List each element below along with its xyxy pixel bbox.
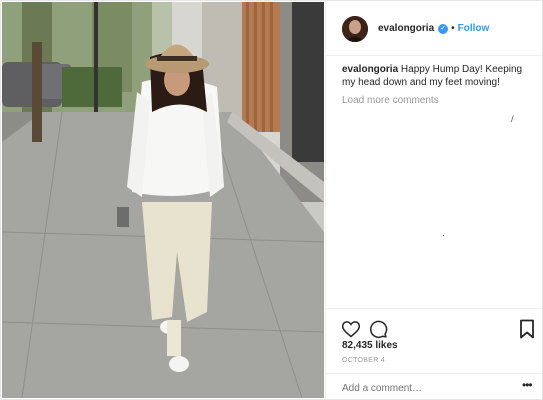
- avatar[interactable]: [342, 15, 368, 42]
- caption-username[interactable]: evalongoria: [342, 64, 398, 75]
- stray-mark: ·: [442, 230, 445, 240]
- post-caption: evalongoria Happy Hump Day! Keeping my h…: [342, 63, 532, 89]
- post-date: OCTOBER 4: [342, 357, 386, 364]
- more-options-button[interactable]: •••: [522, 378, 533, 392]
- post-header: evalongoria ✓ • Follow: [326, 2, 542, 56]
- post-side-panel: evalongoria ✓ • Follow evalongoria Happy…: [325, 2, 542, 398]
- follow-button[interactable]: Follow: [458, 23, 490, 34]
- header-username[interactable]: evalongoria: [378, 23, 434, 34]
- add-comment-bar: •••: [326, 373, 542, 398]
- stray-mark: /: [511, 114, 514, 124]
- load-more-comments-link[interactable]: Load more comments: [342, 95, 439, 106]
- post-photo[interactable]: [2, 2, 324, 398]
- add-comment-input[interactable]: [342, 381, 502, 395]
- heart-icon[interactable]: [341, 319, 361, 339]
- comment-icon[interactable]: [368, 319, 388, 339]
- verified-badge-icon: ✓: [438, 23, 449, 34]
- bookmark-icon[interactable]: [519, 319, 535, 339]
- header-separator: •: [451, 23, 455, 34]
- likes-count[interactable]: 82,435 likes: [342, 340, 398, 351]
